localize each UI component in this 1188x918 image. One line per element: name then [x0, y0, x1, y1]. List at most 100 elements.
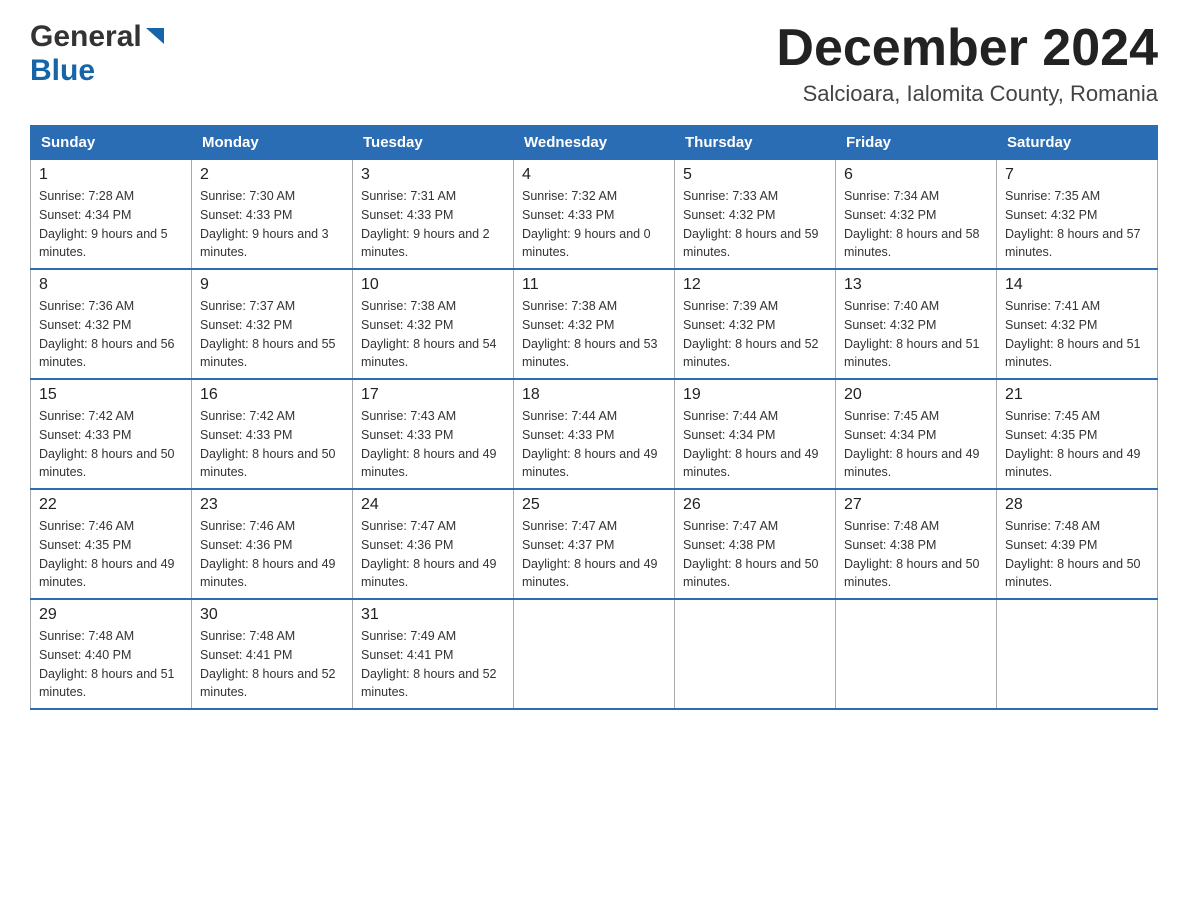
- day-number: 7: [1005, 166, 1149, 184]
- title-block: December 2024 Salcioara, Ialomita County…: [776, 20, 1158, 107]
- calendar-cell: 26 Sunrise: 7:47 AMSunset: 4:38 PMDaylig…: [675, 489, 836, 599]
- page-header: General Blue December 2024 Salcioara, Ia…: [30, 20, 1158, 107]
- header-tuesday: Tuesday: [353, 126, 514, 160]
- day-info: Sunrise: 7:42 AMSunset: 4:33 PMDaylight:…: [39, 409, 175, 479]
- calendar-cell: 25 Sunrise: 7:47 AMSunset: 4:37 PMDaylig…: [514, 489, 675, 599]
- calendar-cell: 8 Sunrise: 7:36 AMSunset: 4:32 PMDayligh…: [31, 269, 192, 379]
- day-info: Sunrise: 7:38 AMSunset: 4:32 PMDaylight:…: [522, 299, 658, 369]
- calendar-cell: 3 Sunrise: 7:31 AMSunset: 4:33 PMDayligh…: [353, 160, 514, 270]
- day-number: 21: [1005, 386, 1149, 404]
- calendar-cell: 11 Sunrise: 7:38 AMSunset: 4:32 PMDaylig…: [514, 269, 675, 379]
- day-number: 19: [683, 386, 827, 404]
- day-number: 23: [200, 496, 344, 514]
- day-number: 17: [361, 386, 505, 404]
- day-number: 31: [361, 606, 505, 624]
- subtitle: Salcioara, Ialomita County, Romania: [776, 81, 1158, 107]
- calendar-cell: 27 Sunrise: 7:48 AMSunset: 4:38 PMDaylig…: [836, 489, 997, 599]
- day-info: Sunrise: 7:45 AMSunset: 4:34 PMDaylight:…: [844, 409, 980, 479]
- calendar-cell: 12 Sunrise: 7:39 AMSunset: 4:32 PMDaylig…: [675, 269, 836, 379]
- day-info: Sunrise: 7:35 AMSunset: 4:32 PMDaylight:…: [1005, 189, 1141, 259]
- day-number: 2: [200, 166, 344, 184]
- day-number: 1: [39, 166, 183, 184]
- day-info: Sunrise: 7:36 AMSunset: 4:32 PMDaylight:…: [39, 299, 175, 369]
- day-info: Sunrise: 7:47 AMSunset: 4:38 PMDaylight:…: [683, 519, 819, 589]
- day-info: Sunrise: 7:46 AMSunset: 4:35 PMDaylight:…: [39, 519, 175, 589]
- day-number: 22: [39, 496, 183, 514]
- calendar-cell: 15 Sunrise: 7:42 AMSunset: 4:33 PMDaylig…: [31, 379, 192, 489]
- day-info: Sunrise: 7:46 AMSunset: 4:36 PMDaylight:…: [200, 519, 336, 589]
- day-number: 5: [683, 166, 827, 184]
- calendar-cell: [836, 599, 997, 709]
- calendar-cell: 10 Sunrise: 7:38 AMSunset: 4:32 PMDaylig…: [353, 269, 514, 379]
- calendar-cell: 24 Sunrise: 7:47 AMSunset: 4:36 PMDaylig…: [353, 489, 514, 599]
- day-number: 18: [522, 386, 666, 404]
- day-info: Sunrise: 7:44 AMSunset: 4:33 PMDaylight:…: [522, 409, 658, 479]
- header-thursday: Thursday: [675, 126, 836, 160]
- calendar-cell: 5 Sunrise: 7:33 AMSunset: 4:32 PMDayligh…: [675, 160, 836, 270]
- day-number: 14: [1005, 276, 1149, 294]
- day-info: Sunrise: 7:44 AMSunset: 4:34 PMDaylight:…: [683, 409, 819, 479]
- calendar-week-3: 15 Sunrise: 7:42 AMSunset: 4:33 PMDaylig…: [31, 379, 1158, 489]
- day-number: 29: [39, 606, 183, 624]
- calendar-cell: 2 Sunrise: 7:30 AMSunset: 4:33 PMDayligh…: [192, 160, 353, 270]
- header-sunday: Sunday: [31, 126, 192, 160]
- day-info: Sunrise: 7:28 AMSunset: 4:34 PMDaylight:…: [39, 189, 168, 259]
- day-info: Sunrise: 7:48 AMSunset: 4:38 PMDaylight:…: [844, 519, 980, 589]
- calendar-cell: 18 Sunrise: 7:44 AMSunset: 4:33 PMDaylig…: [514, 379, 675, 489]
- calendar-cell: 31 Sunrise: 7:49 AMSunset: 4:41 PMDaylig…: [353, 599, 514, 709]
- day-info: Sunrise: 7:30 AMSunset: 4:33 PMDaylight:…: [200, 189, 329, 259]
- main-title: December 2024: [776, 20, 1158, 77]
- calendar-cell: 14 Sunrise: 7:41 AMSunset: 4:32 PMDaylig…: [997, 269, 1158, 379]
- calendar-cell: 16 Sunrise: 7:42 AMSunset: 4:33 PMDaylig…: [192, 379, 353, 489]
- day-number: 4: [522, 166, 666, 184]
- day-number: 3: [361, 166, 505, 184]
- calendar-cell: 21 Sunrise: 7:45 AMSunset: 4:35 PMDaylig…: [997, 379, 1158, 489]
- calendar-cell: 7 Sunrise: 7:35 AMSunset: 4:32 PMDayligh…: [997, 160, 1158, 270]
- logo-triangle-icon: [144, 26, 166, 48]
- day-number: 15: [39, 386, 183, 404]
- day-number: 11: [522, 276, 666, 294]
- day-info: Sunrise: 7:48 AMSunset: 4:40 PMDaylight:…: [39, 629, 175, 699]
- day-number: 12: [683, 276, 827, 294]
- calendar-cell: 30 Sunrise: 7:48 AMSunset: 4:41 PMDaylig…: [192, 599, 353, 709]
- day-info: Sunrise: 7:32 AMSunset: 4:33 PMDaylight:…: [522, 189, 651, 259]
- header-monday: Monday: [192, 126, 353, 160]
- day-number: 25: [522, 496, 666, 514]
- day-number: 24: [361, 496, 505, 514]
- calendar-week-1: 1 Sunrise: 7:28 AMSunset: 4:34 PMDayligh…: [31, 160, 1158, 270]
- calendar-body: 1 Sunrise: 7:28 AMSunset: 4:34 PMDayligh…: [31, 160, 1158, 710]
- day-number: 9: [200, 276, 344, 294]
- calendar-cell: 13 Sunrise: 7:40 AMSunset: 4:32 PMDaylig…: [836, 269, 997, 379]
- calendar-cell: [514, 599, 675, 709]
- day-info: Sunrise: 7:40 AMSunset: 4:32 PMDaylight:…: [844, 299, 980, 369]
- day-info: Sunrise: 7:42 AMSunset: 4:33 PMDaylight:…: [200, 409, 336, 479]
- day-number: 6: [844, 166, 988, 184]
- calendar-cell: 23 Sunrise: 7:46 AMSunset: 4:36 PMDaylig…: [192, 489, 353, 599]
- day-info: Sunrise: 7:43 AMSunset: 4:33 PMDaylight:…: [361, 409, 497, 479]
- day-number: 16: [200, 386, 344, 404]
- calendar-cell: [675, 599, 836, 709]
- logo-general-text: General: [30, 20, 142, 54]
- day-info: Sunrise: 7:47 AMSunset: 4:37 PMDaylight:…: [522, 519, 658, 589]
- calendar-cell: 29 Sunrise: 7:48 AMSunset: 4:40 PMDaylig…: [31, 599, 192, 709]
- day-number: 30: [200, 606, 344, 624]
- calendar-cell: 22 Sunrise: 7:46 AMSunset: 4:35 PMDaylig…: [31, 489, 192, 599]
- day-info: Sunrise: 7:38 AMSunset: 4:32 PMDaylight:…: [361, 299, 497, 369]
- header-saturday: Saturday: [997, 126, 1158, 160]
- day-info: Sunrise: 7:48 AMSunset: 4:39 PMDaylight:…: [1005, 519, 1141, 589]
- header-friday: Friday: [836, 126, 997, 160]
- calendar-week-4: 22 Sunrise: 7:46 AMSunset: 4:35 PMDaylig…: [31, 489, 1158, 599]
- day-info: Sunrise: 7:47 AMSunset: 4:36 PMDaylight:…: [361, 519, 497, 589]
- header-wednesday: Wednesday: [514, 126, 675, 160]
- day-info: Sunrise: 7:48 AMSunset: 4:41 PMDaylight:…: [200, 629, 336, 699]
- logo-blue-text: Blue: [30, 54, 95, 87]
- day-info: Sunrise: 7:34 AMSunset: 4:32 PMDaylight:…: [844, 189, 980, 259]
- day-number: 28: [1005, 496, 1149, 514]
- calendar-week-5: 29 Sunrise: 7:48 AMSunset: 4:40 PMDaylig…: [31, 599, 1158, 709]
- day-number: 20: [844, 386, 988, 404]
- calendar-cell: [997, 599, 1158, 709]
- day-info: Sunrise: 7:49 AMSunset: 4:41 PMDaylight:…: [361, 629, 497, 699]
- day-info: Sunrise: 7:33 AMSunset: 4:32 PMDaylight:…: [683, 189, 819, 259]
- logo: General Blue: [30, 20, 166, 88]
- calendar-cell: 6 Sunrise: 7:34 AMSunset: 4:32 PMDayligh…: [836, 160, 997, 270]
